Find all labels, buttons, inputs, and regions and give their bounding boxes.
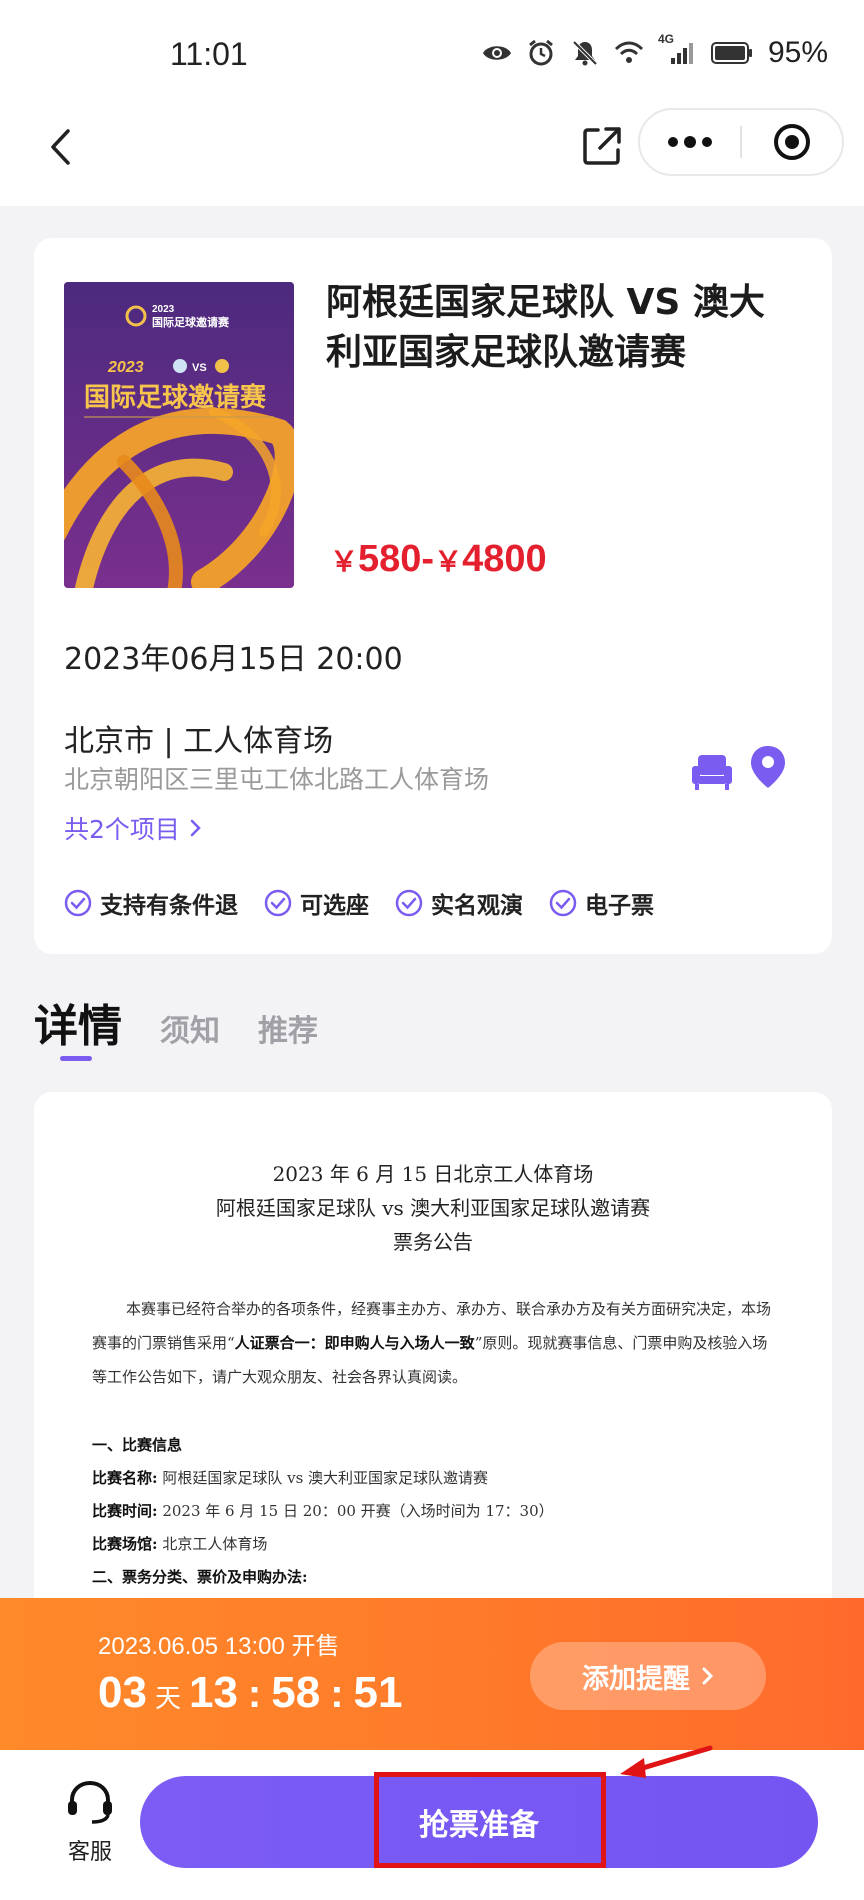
notice-title-line: 阿根廷国家足球队 vs 澳大利亚国家足球队邀请赛 [215,1196,651,1220]
value: 阿根廷国家足球队 vs 澳大利亚国家足球队邀请赛 [162,1469,489,1487]
notice-line-match-venue: 比赛场馆: 北京工人体育场 [92,1533,267,1554]
price-max: 4800 [462,538,547,580]
notice-line-match-name: 比赛名称: 阿根廷国家足球队 vs 澳大利亚国家足球队邀请赛 [92,1467,488,1488]
back-icon [51,129,70,165]
notice-paragraph: 本赛事已经符合举办的各项条件，经赛事主办方、承办方、联合承办方及有关方面研究决定… [92,1292,782,1394]
value: 北京工人体育场 [162,1535,268,1553]
battery-percentage: 95% [767,36,828,69]
feature-tag: 支持有条件退 [64,886,238,920]
add-reminder-label: 添加提醒 [582,1663,690,1695]
poster-year-small: 2023 [152,304,175,315]
countdown-days: 03 [98,1668,147,1717]
add-reminder-button[interactable]: 添加提醒 [530,1642,766,1710]
feature-tag: 可选座 [264,886,369,920]
seat-map-button[interactable] [690,750,734,794]
headset-icon [68,1780,112,1824]
tab-details[interactable]: 详情 [34,990,122,1054]
poster-year: 2023 [107,359,144,376]
more-button[interactable] [640,110,740,174]
seat-icon [692,755,732,790]
status-time: 11:01 [170,36,248,72]
detail-tabs: 详情 须知 推荐 [34,990,318,1054]
target-icon [774,124,810,160]
battery-icon [710,38,754,68]
event-card: 2023 国际足球邀请赛 2023 VS 国际足球邀请赛 阿根廷国家足球队 VS… [34,238,832,954]
signal-icon: 4G [658,32,696,68]
customer-service-label: 客服 [67,1840,112,1865]
notice-title-line: 票务公告 [393,1230,473,1254]
eye-icon [482,38,512,68]
annotation-highlight-box [374,1772,606,1868]
notice-section-heading: 一、比赛信息 [92,1434,182,1455]
value: 2023 年 6 月 15 日 20：00 开赛（入场时间为 17：30） [162,1502,554,1520]
label: 比赛时间: [92,1502,158,1520]
countdown-seconds: 51 [353,1668,403,1717]
countdown-days-unit: 天 [154,1683,181,1713]
network-type: 4G [657,32,674,46]
location-pin-icon [751,746,785,788]
chevron-right-icon [190,819,201,837]
active-tab-indicator [60,1056,92,1061]
feature-tag: 实名观演 [395,886,523,920]
projects-link-label: 共2个项目 [64,815,180,844]
event-datetime: 2023年06月15日 20:00 [64,642,403,677]
share-button[interactable] [580,124,624,168]
feature-tag: 电子票 [549,886,654,920]
section-title: 二、票务分类、票价及申购办法: [92,1568,308,1586]
wifi-icon [614,38,644,68]
label: 比赛场馆: [92,1535,158,1553]
notice-bold-text: 人证票合一：即申购人与入场人一致 [234,1334,475,1352]
countdown-separator: : [247,1672,262,1716]
poster-headline: 国际足球邀请赛 [84,382,267,413]
feature-label: 电子票 [585,893,654,919]
notice-section-heading: 二、票务分类、票价及申购办法: [92,1566,308,1587]
section-title: 一、比赛信息 [92,1436,183,1454]
price-min: 580- [358,538,435,580]
notice-line-match-time: 比赛时间: 2023 年 6 月 15 日 20：00 开赛（入场时间为 17：… [92,1500,554,1521]
sale-start-time: 2023.06.05 13:00 开售 [98,1633,340,1660]
feature-tags: 支持有条件退 可选座 实名观演 电子票 [64,886,654,920]
notice-title-line: 2023 年 6 月 15 日北京工人体育场 [272,1162,594,1186]
countdown-hours: 13 [188,1668,238,1717]
venue-address: 北京朝阳区三里屯工体北路工人体育场 [64,765,490,794]
chevron-right-icon [702,1667,714,1685]
projects-link[interactable]: 共2个项目 [64,810,202,846]
venue-name: 北京市 | 工人体育场 [64,724,334,759]
check-circle-icon [395,889,423,917]
mini-program-capsule [638,108,844,176]
currency-symbol: ￥ [330,546,359,577]
countdown-separator: : [330,1672,344,1716]
share-icon [583,127,621,165]
status-icons: 4G 95% [482,32,828,70]
top-bar: 11:01 4G 95% [0,0,864,206]
check-circle-icon [264,889,292,917]
check-circle-icon [64,889,92,917]
countdown-minutes: 58 [271,1668,321,1717]
back-button[interactable] [40,124,80,170]
feature-label: 可选座 [300,893,369,919]
alarm-icon [526,38,556,68]
check-circle-icon [549,889,577,917]
more-icon [668,136,712,148]
mute-icon [570,38,600,68]
label: 比赛名称: [92,1469,158,1487]
customer-service-button[interactable]: 客服 [50,1778,130,1866]
countdown-timer: 03 天 13 : 58 : 51 [98,1668,402,1718]
event-title: 阿根廷国家足球队 VS 澳大利亚国家足球队邀请赛 [326,282,765,373]
poster-vs: VS [192,362,207,374]
sale-countdown-bar: 2023.06.05 13:00 开售 03 天 13 : 58 : 51 添加… [0,1598,864,1750]
tab-recommend[interactable]: 推荐 [258,1006,318,1054]
event-price: ￥580-￥4800 [330,538,547,581]
tab-notice[interactable]: 须知 [160,1006,220,1054]
feature-label: 支持有条件退 [100,893,238,919]
event-poster[interactable]: 2023 国际足球邀请赛 2023 VS 国际足球邀请赛 [64,282,294,588]
map-location-button[interactable] [748,744,788,790]
annotation-arrow-icon [620,1745,713,1778]
close-mini-program-button[interactable] [742,110,842,174]
currency-symbol-max: ￥ [434,546,463,577]
feature-label: 实名观演 [431,893,523,919]
poster-subtitle: 国际足球邀请赛 [152,315,230,329]
